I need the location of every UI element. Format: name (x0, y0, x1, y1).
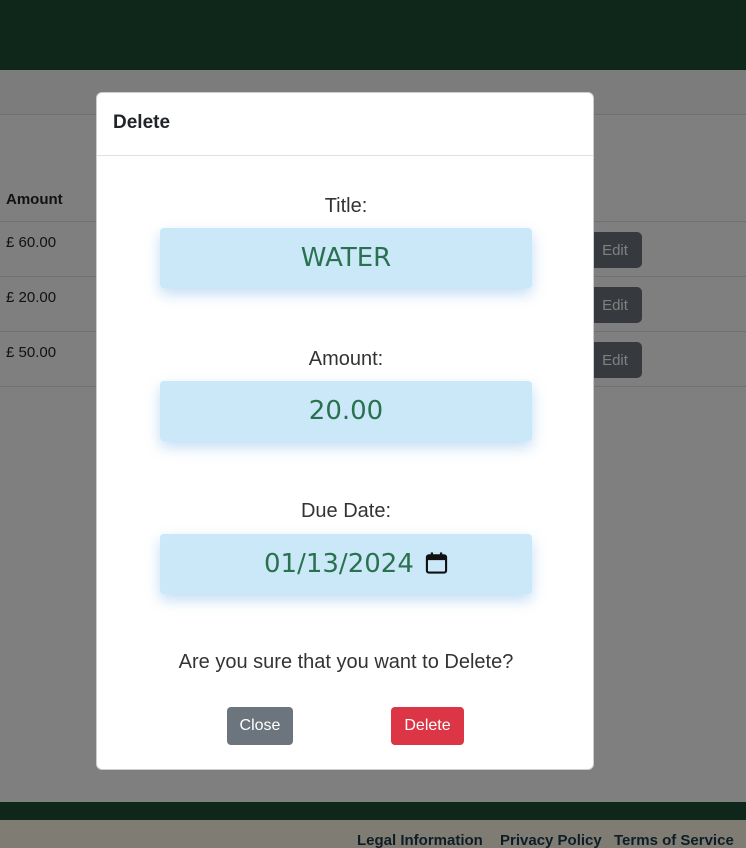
modal-title: Delete (113, 112, 171, 133)
calendar-icon[interactable] (425, 551, 448, 575)
title-field[interactable]: WATER (160, 228, 532, 288)
due-date-label: Due Date: (300, 500, 392, 522)
delete-button[interactable]: Delete (391, 707, 464, 745)
due-date-value: 01/13/2024 (264, 549, 414, 579)
due-date-field[interactable]: 01/13/2024 (160, 534, 532, 594)
amount-label: Amount: (308, 348, 384, 370)
modal-header: Delete (97, 93, 593, 156)
delete-modal: Delete Title: WATER Amount: 20.00 Due Da… (96, 92, 594, 770)
title-label: Title: (324, 195, 368, 217)
amount-field[interactable]: 20.00 (160, 381, 532, 441)
amount-value: 20.00 (308, 396, 384, 426)
close-button[interactable]: Close (227, 707, 293, 745)
confirm-message: Are you sure that you want to Delete? (178, 651, 514, 673)
title-value: WATER (300, 243, 392, 273)
